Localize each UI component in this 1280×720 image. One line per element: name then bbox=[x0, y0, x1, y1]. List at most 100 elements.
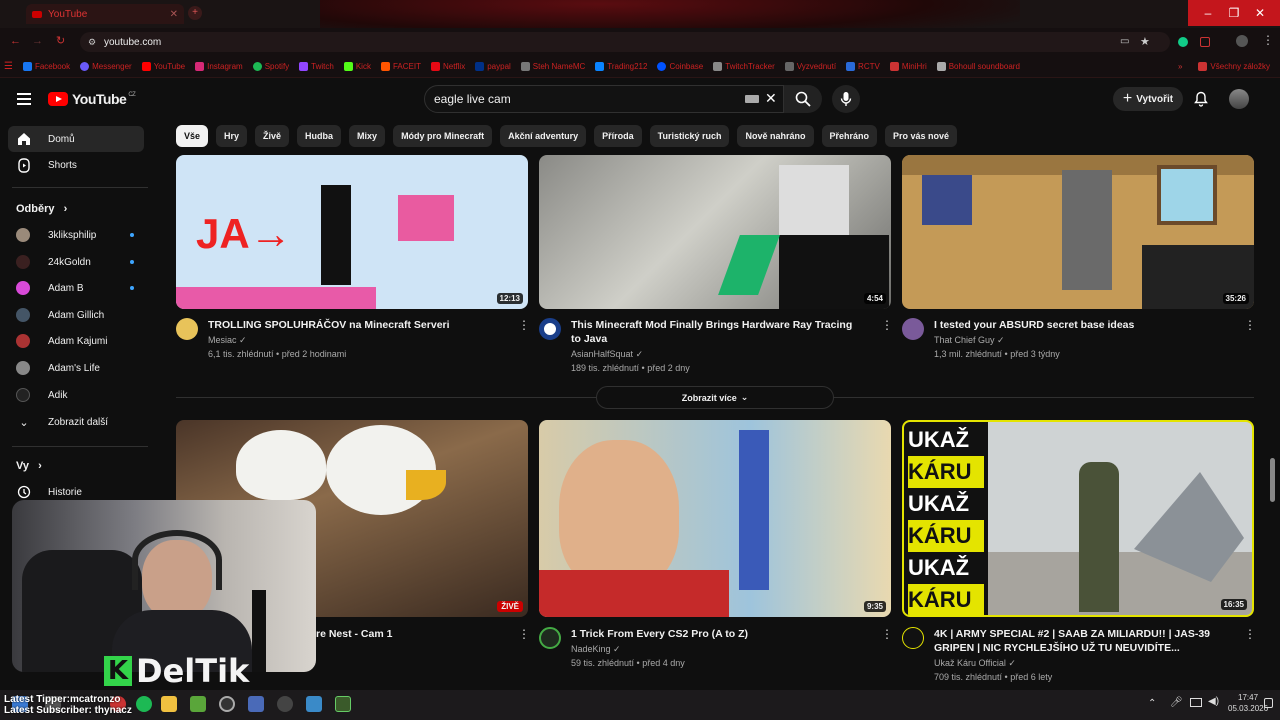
chip-all[interactable]: Vše bbox=[176, 125, 209, 147]
chip-music[interactable]: Hudba bbox=[297, 125, 342, 147]
voice-search-button[interactable] bbox=[832, 85, 860, 113]
chip-new-to-you[interactable]: Pro vás nové bbox=[885, 125, 958, 147]
page-scrollbar[interactable] bbox=[1270, 458, 1275, 502]
sidebar-sub-item[interactable]: Adam's Life bbox=[8, 355, 144, 381]
taskbar-app-icon[interactable] bbox=[277, 696, 293, 712]
chip-tourism[interactable]: Turistický ruch bbox=[649, 125, 730, 147]
system-clock[interactable]: 17:47 05.03.2026 bbox=[1228, 692, 1268, 714]
video-title[interactable]: 1 Trick From Every CS2 Pro (A to Z) bbox=[571, 627, 861, 641]
keyboard-icon[interactable] bbox=[745, 95, 759, 103]
video-menu-icon[interactable]: ⋮ bbox=[1244, 627, 1256, 641]
taskbar-app-icon[interactable] bbox=[219, 696, 235, 712]
video-channel[interactable]: Ukaž Káru Official ✓ bbox=[934, 656, 1016, 670]
file-explorer-icon[interactable] bbox=[161, 696, 177, 712]
chip-action-adventure[interactable]: Akční adventury bbox=[500, 125, 587, 147]
notifications-tray-icon[interactable] bbox=[1264, 698, 1273, 708]
chip-recently-uploaded[interactable]: Nově nahráno bbox=[737, 125, 814, 147]
video-menu-icon[interactable]: ⋮ bbox=[881, 318, 893, 332]
extension-icon[interactable] bbox=[1178, 37, 1188, 47]
all-bookmarks-button[interactable]: Všechny záložky bbox=[1198, 62, 1270, 71]
chip-games[interactable]: Hry bbox=[216, 125, 248, 147]
video-title[interactable]: 4K | ARMY SPECIAL #2 | SAAB ZA MILIARDU!… bbox=[934, 627, 1244, 655]
browser-tab[interactable]: YouTube ✕ bbox=[26, 4, 184, 24]
tab-close-icon[interactable]: ✕ bbox=[170, 9, 178, 20]
bookmark-item[interactable]: TwitchTracker bbox=[713, 62, 775, 71]
sidebar-item-home[interactable]: Domů bbox=[8, 126, 144, 152]
chip-mixes[interactable]: Mixy bbox=[349, 125, 386, 147]
sidebar-show-more[interactable]: ⌄ Zobrazit další bbox=[8, 409, 144, 435]
profile-icon[interactable] bbox=[1236, 35, 1248, 47]
bookmark-item[interactable]: Messenger bbox=[80, 62, 132, 71]
bookmark-item[interactable]: Coinbase bbox=[657, 62, 703, 71]
bookmark-item[interactable]: paypal bbox=[475, 62, 511, 71]
chip-minecraft-mods[interactable]: Módy pro Minecraft bbox=[393, 125, 493, 147]
notifications-button[interactable] bbox=[1192, 90, 1210, 108]
sidebar-sub-item[interactable]: 3kliksphilip bbox=[8, 222, 144, 248]
bookmarks-overflow-icon[interactable]: » bbox=[1178, 62, 1182, 71]
microphone-tray-icon[interactable]: 🎤︎ bbox=[1170, 697, 1183, 708]
taskbar-app-icon[interactable] bbox=[248, 696, 264, 712]
back-icon[interactable]: ← bbox=[10, 35, 21, 47]
channel-avatar[interactable] bbox=[539, 627, 561, 649]
bookmark-item[interactable]: Trading212 bbox=[595, 62, 647, 71]
video-title[interactable]: TROLLING SPOLUHRÁČOV na Minecraft Server… bbox=[208, 318, 498, 332]
video-title[interactable]: re Nest - Cam 1 bbox=[316, 627, 506, 641]
apps-icon[interactable]: ☰ bbox=[4, 61, 13, 72]
sidebar-sub-item[interactable]: Adam Gillich bbox=[8, 302, 144, 328]
sidebar-item-shorts[interactable]: Shorts bbox=[8, 152, 144, 178]
channel-avatar[interactable] bbox=[539, 318, 561, 340]
video-thumbnail[interactable]: 35:26 bbox=[902, 155, 1254, 309]
channel-avatar[interactable] bbox=[902, 627, 924, 649]
forward-icon[interactable]: → bbox=[32, 35, 43, 47]
search-input[interactable]: eagle live cam ✕ bbox=[424, 85, 784, 113]
site-info-icon[interactable]: ⚙ bbox=[88, 37, 96, 48]
subscriptions-heading[interactable]: Odběry › bbox=[16, 203, 67, 215]
sidebar-sub-item[interactable]: Adam Kajumi bbox=[8, 328, 144, 354]
volume-icon[interactable]: ◀) bbox=[1208, 696, 1219, 707]
video-menu-icon[interactable]: ⋮ bbox=[1244, 318, 1256, 332]
sidebar-sub-item[interactable]: Adam B bbox=[8, 275, 144, 301]
bookmark-item[interactable]: Vyzvednutí bbox=[784, 62, 836, 71]
video-thumbnail[interactable]: JA→ 12:13 bbox=[176, 155, 528, 309]
bookmark-item[interactable]: RCTV bbox=[846, 62, 880, 71]
bookmark-item[interactable]: YouTube bbox=[141, 62, 185, 71]
create-button[interactable]: + Vytvořit bbox=[1113, 87, 1183, 111]
bookmark-item[interactable]: Kick bbox=[343, 62, 371, 71]
chip-watched[interactable]: Přehráno bbox=[821, 125, 878, 147]
video-menu-icon[interactable]: ⋮ bbox=[518, 627, 530, 641]
bookmark-item[interactable]: Bohoull soundboard bbox=[936, 62, 1020, 71]
menu-hamburger-icon[interactable] bbox=[17, 93, 31, 105]
chip-nature[interactable]: Příroda bbox=[594, 125, 642, 147]
show-more-button[interactable]: Zobrazit více ⌄ bbox=[596, 386, 834, 409]
video-thumbnail[interactable]: 9:35 bbox=[539, 420, 891, 617]
bookmark-star-icon[interactable]: ★ bbox=[1140, 35, 1150, 48]
video-title[interactable]: This Minecraft Mod Finally Brings Hardwa… bbox=[571, 318, 861, 346]
bookmark-item[interactable]: Netflix bbox=[430, 62, 465, 71]
bookmark-item[interactable]: Spotify bbox=[252, 62, 289, 71]
channel-avatar[interactable] bbox=[902, 318, 924, 340]
cast-icon[interactable]: ▭ bbox=[1120, 36, 1129, 47]
sidebar-sub-item[interactable]: Adik bbox=[8, 382, 144, 408]
video-menu-icon[interactable]: ⋮ bbox=[881, 627, 893, 641]
url-bar[interactable]: ⚙ youtube.com ▭ ★ bbox=[80, 32, 1170, 52]
video-menu-icon[interactable]: ⋮ bbox=[518, 318, 530, 332]
reload-icon[interactable]: ↻ bbox=[56, 34, 65, 47]
close-window-button[interactable]: ✕ bbox=[1240, 0, 1280, 26]
search-button[interactable] bbox=[784, 85, 822, 113]
video-thumbnail[interactable]: 4:54 bbox=[539, 155, 891, 309]
video-title[interactable]: I tested your ABSURD secret base ideas bbox=[934, 318, 1224, 332]
channel-avatar[interactable] bbox=[176, 318, 198, 340]
tray-overflow-icon[interactable]: ⌃ bbox=[1148, 698, 1156, 709]
new-tab-button[interactable]: + bbox=[188, 6, 202, 20]
browser-menu-icon[interactable]: ⋮ bbox=[1262, 33, 1274, 47]
video-channel[interactable]: That Chief Guy ✓ bbox=[934, 333, 1005, 347]
video-channel[interactable]: AsianHalfSquat ✓ bbox=[571, 347, 643, 361]
sidebar-sub-item[interactable]: 24kGoldn bbox=[8, 249, 144, 275]
bookmark-item[interactable]: Facebook bbox=[22, 62, 70, 71]
youtube-logo[interactable]: YouTube CZ bbox=[48, 91, 136, 107]
video-thumbnail[interactable]: UKAŽ KÁRU UKAŽ KÁRU UKAŽ KÁRU 16:35 bbox=[902, 420, 1254, 617]
clear-search-icon[interactable]: ✕ bbox=[765, 90, 777, 107]
extension-icon[interactable] bbox=[1200, 37, 1210, 47]
network-icon[interactable] bbox=[1190, 698, 1202, 707]
taskbar-app-icon[interactable] bbox=[335, 696, 351, 712]
